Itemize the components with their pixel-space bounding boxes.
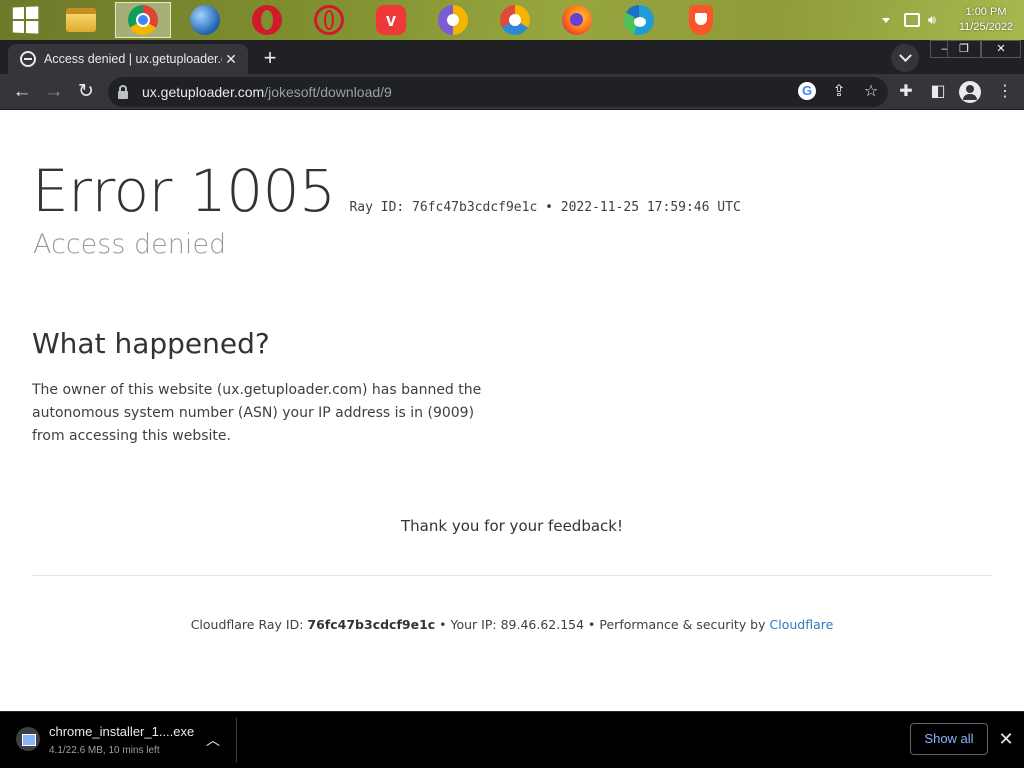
windows-logo-icon [12,6,39,34]
volume-icon[interactable]: 🔊︎ [928,12,936,28]
taskbar-edge[interactable] [611,2,667,38]
taskbar-browser-b[interactable] [487,2,543,38]
error-heading: Error 1005 Ray ID: 76fc47b3cdcf9e1c • 20… [32,157,741,225]
folder-icon [66,8,96,32]
url-path: /jokesoft/download/9 [264,84,392,100]
google-lens-icon[interactable]: G [798,82,816,100]
keyhole-browser-icon [438,5,468,35]
globe-favicon-icon [20,51,36,67]
share-icon[interactable]: ⇪ [830,81,848,101]
reload-button[interactable]: ↻ [73,79,99,105]
taskbar-vivaldi[interactable]: v [363,2,419,38]
extensions-puzzle-icon[interactable]: ✚ [895,81,917,103]
feedback-thanks: Thank you for your feedback! [401,517,623,535]
url-text[interactable]: ux.getuploader.com/jokesoft/download/9 [142,84,392,100]
error-subtitle: Access denied [33,229,227,260]
footer-perf-label: • Performance & security by [584,617,770,632]
taskbar-file-explorer[interactable] [53,2,109,38]
show-hidden-icons-icon[interactable] [881,17,890,23]
taskbar-brave[interactable] [673,2,729,38]
browser-toolbar: ← → ↻ ux.getuploader.com/jokesoft/downlo… [0,74,1024,110]
taskbar-browser-a[interactable] [425,2,481,38]
download-shelf: chrome_installer_1....exe 4.1/22.6 MB, 1… [0,711,1024,768]
error-code: Error 1005 [32,157,336,225]
vivaldi-icon: v [376,5,406,35]
restore-button[interactable]: ❐ [947,40,981,58]
footer-ray-label: Cloudflare Ray ID: [190,617,308,632]
footer-ip-label: • Your IP: [435,617,501,632]
what-happened-heading: What happened? [32,327,270,360]
system-tray: 🔊︎ 1:00 PM 11/25/2022 [881,0,1024,40]
chrome-icon [128,5,158,35]
error-explanation: The owner of this website (ux.getuploade… [32,382,482,444]
back-button[interactable]: ← [9,79,35,105]
footer-ray-id: 76fc47b3cdcf9e1c [307,617,436,632]
tab-search-button[interactable] [891,44,919,72]
brave-icon [689,5,713,35]
clock-date: 11/25/2022 [958,21,1014,33]
download-status: 4.1/22.6 MB, 10 mins left [49,745,160,756]
footer-ip: 89.46.62.154 [500,617,585,632]
clock-time: 1:00 PM [965,6,1007,18]
window-close-button[interactable]: ✕ [981,40,1021,58]
forward-button[interactable]: → [41,79,67,105]
installer-file-icon[interactable] [16,727,40,751]
windows-taskbar: v 🔊︎ 1:00 PM 11/25/2022 [0,0,1024,40]
divider [32,575,992,576]
profile-avatar-icon[interactable] [959,81,981,103]
lock-icon[interactable] [118,84,128,99]
download-file-name[interactable]: chrome_installer_1....exe [49,724,194,739]
keyhole-browser-icon [500,5,530,35]
edge-icon [624,5,654,35]
show-all-button[interactable]: Show all [910,723,988,755]
taskbar-opera-gx[interactable] [301,2,357,38]
opera-outline-icon [314,5,344,35]
menu-kebab-icon[interactable]: ⋮ [994,81,1016,103]
bookmark-star-icon[interactable]: ☆ [862,81,880,101]
close-shelf-icon[interactable]: ✕ [996,729,1016,749]
ray-id-meta: Ray ID: 76fc47b3cdcf9e1c • 2022-11-25 17… [349,200,741,215]
firefox-icon [562,5,592,35]
cloudflare-footer: Cloudflare Ray ID: 76fc47b3cdcf9e1c • Yo… [0,617,1024,632]
opera-icon [252,5,282,35]
new-tab-button[interactable]: + [258,47,282,71]
tab-active[interactable]: Access denied | ux.getuploader.com ✕ [8,44,248,74]
taskbar-globe-browser[interactable] [177,2,233,38]
page-content: Error 1005 Ray ID: 76fc47b3cdcf9e1c • 20… [0,111,1024,711]
taskbar-opera[interactable] [239,2,295,38]
chevron-up-icon[interactable]: ︿ [203,730,223,750]
start-button[interactable] [0,2,53,38]
globe-icon [190,5,220,35]
system-clock[interactable]: 1:00 PM 11/25/2022 [948,5,1024,35]
url-host: ux.getuploader.com [142,84,265,100]
cloudflare-link[interactable]: Cloudflare [770,617,834,632]
network-icon[interactable] [903,13,920,27]
download-separator [236,718,237,762]
address-bar[interactable]: ux.getuploader.com/jokesoft/download/9 G… [108,77,888,107]
taskbar-chrome[interactable] [115,2,171,38]
tab-title: Access denied | ux.getuploader.com [44,52,222,66]
browser-tab-strip: Access denied | ux.getuploader.com ✕ + —… [0,40,1024,74]
tab-close-icon[interactable]: ✕ [222,51,240,68]
taskbar-firefox[interactable] [549,2,605,38]
side-panel-icon[interactable]: ◧ [927,81,949,103]
